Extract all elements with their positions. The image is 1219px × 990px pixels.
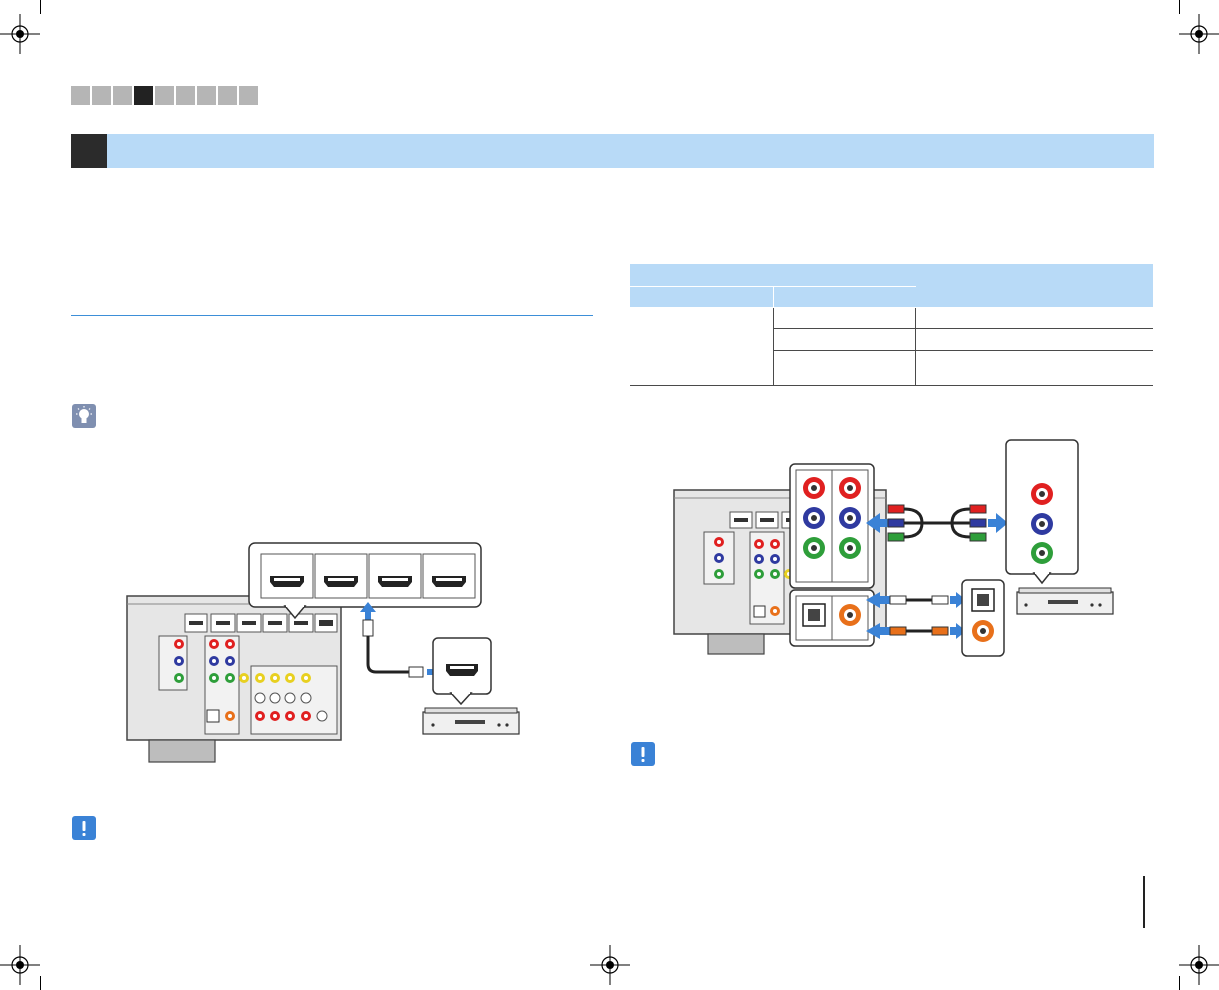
section-number xyxy=(71,134,107,168)
bd-player xyxy=(1016,587,1114,615)
audio-jacks-zoom-callout xyxy=(789,589,875,647)
hdmi-connection-diagram xyxy=(126,542,520,763)
table-cell xyxy=(915,328,1153,351)
page-edge-bar xyxy=(1143,876,1145,928)
connection-table xyxy=(630,264,1153,386)
chapter-tab-3[interactable] xyxy=(113,86,132,105)
trim-line xyxy=(40,976,41,990)
trim-line xyxy=(40,0,41,14)
table-header-cell xyxy=(773,286,916,308)
crop-mark-bottom-left-icon xyxy=(0,945,40,985)
crop-mark-bottom-center-icon xyxy=(590,945,630,985)
chapter-tab-2[interactable] xyxy=(92,86,111,105)
table-cell xyxy=(773,307,916,329)
player-hdmi-callout xyxy=(432,637,492,706)
trim-line xyxy=(1179,0,1180,14)
chapter-tab-8[interactable] xyxy=(218,86,237,105)
chapter-tabs xyxy=(71,86,258,105)
table-header-cell xyxy=(630,264,916,287)
section-banner xyxy=(71,134,1154,168)
chapter-tab-6[interactable] xyxy=(176,86,195,105)
lightbulb-icon xyxy=(72,404,96,428)
crop-mark-top-right-icon xyxy=(1179,14,1219,54)
table-cell xyxy=(630,307,774,386)
section-divider xyxy=(71,315,593,316)
chapter-tab-5[interactable] xyxy=(155,86,174,105)
exclamation-icon xyxy=(72,816,96,840)
component-video-cable xyxy=(866,504,1008,542)
chapter-tab-7[interactable] xyxy=(197,86,216,105)
player-audio-callout xyxy=(961,579,1005,657)
chapter-tab-1[interactable] xyxy=(71,86,90,105)
table-header-cell xyxy=(915,264,1153,308)
chapter-tab-4[interactable] xyxy=(134,86,153,105)
exclamation-icon xyxy=(631,742,655,766)
table-cell xyxy=(915,350,1153,386)
player-component-callout xyxy=(1005,439,1079,585)
component-connection-diagram xyxy=(673,439,1114,657)
table-cell xyxy=(773,350,916,386)
table-cell xyxy=(915,307,1153,329)
crop-mark-top-left-icon xyxy=(0,14,40,54)
bd-player xyxy=(422,707,520,735)
table-cell xyxy=(773,328,916,351)
av-receiver-rear-panel xyxy=(126,595,342,763)
chapter-tab-9[interactable] xyxy=(239,86,258,105)
crop-mark-bottom-right-icon xyxy=(1179,945,1219,985)
component-jacks-zoom-callout xyxy=(789,463,875,589)
trim-line xyxy=(1179,976,1180,990)
table-header-cell xyxy=(630,286,774,308)
